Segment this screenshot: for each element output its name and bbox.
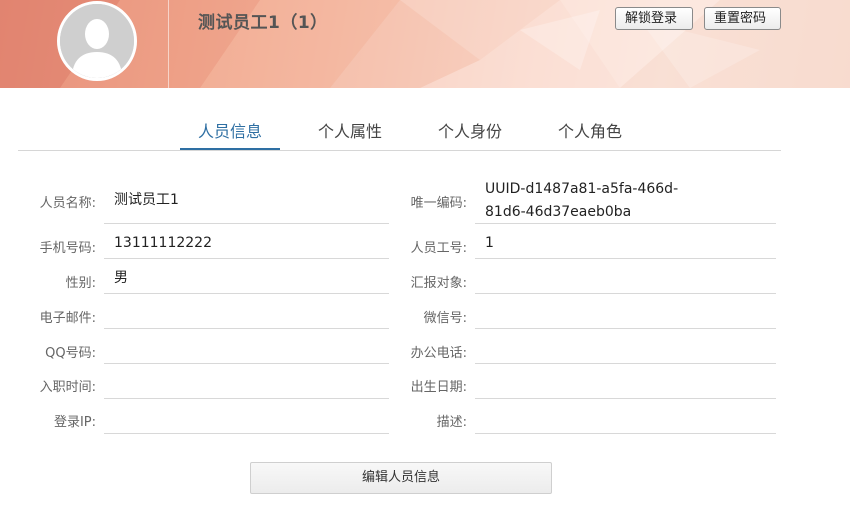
field-unique-code-line2: 81d6-46d37eaeb0ba [485, 204, 632, 220]
tab-personal-identity[interactable]: 个人身份 [422, 118, 518, 149]
reset-password-button[interactable]: 重置密码 [704, 7, 781, 30]
default-user-avatar-icon [60, 4, 134, 78]
header-divider [168, 0, 169, 88]
field-login-ip [104, 399, 389, 434]
field-birth-date [475, 364, 776, 399]
profile-header: 测试员工1（1） 解锁登录 重置密码 [0, 0, 850, 88]
label-login-ip: 登录IP: [53, 415, 96, 430]
tab-personnel-info[interactable]: 人员信息 [180, 118, 280, 150]
field-gender-value: 男 [114, 270, 128, 286]
field-report-to [475, 259, 776, 294]
field-mobile-value: 13111112222 [114, 235, 212, 251]
field-gender: 男 [104, 259, 389, 294]
field-employee-number-value: 1 [485, 235, 494, 251]
field-office-phone [475, 329, 776, 364]
label-hire-date: 入职时间: [39, 380, 96, 395]
label-mobile: 手机号码: [39, 241, 96, 256]
label-unique-code: 唯一编码: [410, 196, 467, 211]
label-office-phone: 办公电话: [410, 346, 467, 361]
label-name: 人员名称: [39, 196, 96, 211]
unlock-login-button[interactable]: 解锁登录 [615, 7, 693, 30]
label-email: 电子邮件: [39, 311, 96, 326]
field-hire-date [104, 364, 389, 399]
edit-personnel-info-button[interactable]: 编辑人员信息 [250, 462, 552, 494]
label-birth-date: 出生日期: [410, 380, 467, 395]
user-avatar [57, 1, 137, 81]
tab-bar: 人员信息 个人属性 个人身份 个人角色 [18, 110, 781, 151]
label-wechat: 微信号: [423, 311, 467, 326]
field-name: 测试员工1 [104, 178, 389, 224]
label-description: 描述: [436, 415, 467, 430]
label-gender: 性别: [65, 276, 96, 291]
tab-personal-roles[interactable]: 个人角色 [542, 118, 638, 149]
label-qq: QQ号码: [45, 346, 96, 361]
field-description [475, 399, 776, 434]
field-wechat [475, 294, 776, 329]
field-qq [104, 329, 389, 364]
page-title: 测试员工1（1） [198, 13, 328, 33]
field-employee-number: 1 [475, 224, 776, 259]
field-name-value: 测试员工1 [114, 192, 179, 208]
label-employee-number: 人员工号: [410, 241, 467, 256]
label-report-to: 汇报对象: [410, 276, 467, 291]
tab-personal-attributes[interactable]: 个人属性 [302, 118, 398, 149]
field-mobile: 13111112222 [104, 224, 389, 259]
field-unique-code-line1: UUID-d1487a81-a5fa-466d- [485, 181, 679, 197]
field-email [104, 294, 389, 329]
field-unique-code: UUID-d1487a81-a5fa-466d- 81d6-46d37eaeb0… [475, 178, 776, 224]
